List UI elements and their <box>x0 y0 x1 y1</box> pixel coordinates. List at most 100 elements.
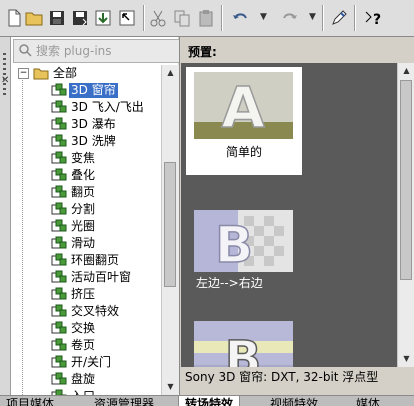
tree-item-label: 交换 <box>71 321 96 335</box>
tree-item-label: 分割 <box>71 202 96 216</box>
save-as-icon[interactable] <box>70 8 90 28</box>
save-icon[interactable] <box>47 8 67 28</box>
transition-icon <box>51 321 67 334</box>
transition-icon <box>51 236 67 249</box>
preset-title: 预置: <box>188 45 217 59</box>
tree-item-label: 交叉特效 <box>71 304 120 318</box>
folder-icon <box>33 68 49 80</box>
tree-item-label: 叠化 <box>71 168 96 182</box>
preset-thumbnail-letter: A <box>221 76 265 139</box>
grip-dot <box>3 73 6 75</box>
open-folder-icon[interactable] <box>24 8 44 28</box>
toolbar-separator <box>354 5 356 31</box>
grip-dot <box>3 93 6 95</box>
tree-item-label: 活动百叶窗 <box>71 270 132 284</box>
transition-icon <box>51 338 67 351</box>
grip-dot <box>3 63 6 65</box>
tab-media[interactable]: 媒体 <box>350 396 386 406</box>
tree-item-label: 卷页 <box>71 338 96 352</box>
plugin-status-text: Sony 3D 窗帘: DXT, 32-bit 浮点型 <box>185 370 379 384</box>
tab-transitions[interactable]: 转场特效 <box>178 396 241 406</box>
transition-icon <box>51 100 67 113</box>
tree-item-label: 盘旋 <box>71 372 96 386</box>
chevron-down-icon[interactable]: ▼ <box>309 10 317 24</box>
transition-icon <box>51 219 67 232</box>
search-box[interactable] <box>13 39 181 63</box>
plugin-tree-panel: − 全部 3D 窗帘 3D 飞入/飞出 3D 瀑布 3D 洗牌 变焦 叠化 <box>11 37 181 395</box>
tab-video-fx[interactable]: 视频特效 <box>264 396 324 406</box>
tree-item-label: 3D 瀑布 <box>71 117 116 131</box>
dock-grip[interactable]: ✕ <box>0 37 11 395</box>
preset-list: A 简单的 B 左边-->右边 B <box>181 63 397 367</box>
grip-dot <box>3 53 6 55</box>
scroll-down-icon[interactable]: ▼ <box>398 351 414 367</box>
tree-item-label: 环圈翻页 <box>71 253 120 267</box>
preset-thumbnail: B <box>194 321 293 367</box>
tree-item-label: 变焦 <box>71 151 96 165</box>
tree-item-label: 光圈 <box>71 219 96 233</box>
tree-item-label: 3D 洗牌 <box>71 134 116 148</box>
preset-thumbnail: A <box>194 72 293 142</box>
transition-icon <box>51 83 67 96</box>
chevron-down-icon[interactable]: ▼ <box>260 10 268 24</box>
transition-icon <box>51 372 67 385</box>
preset-item[interactable]: A 简单的 <box>186 67 302 175</box>
preset-thumbnail-letter: B <box>225 331 262 367</box>
preset-scrollbar[interactable]: ▲ ▼ <box>397 63 414 367</box>
tree-item-label: 挤压 <box>71 287 96 301</box>
transition-icon <box>51 202 67 215</box>
tree-root-label: 全部 <box>53 66 78 80</box>
transition-icon <box>51 134 67 147</box>
tree-item-label: 翻页 <box>71 185 96 199</box>
redo-icon[interactable] <box>280 8 300 28</box>
toolbar-separator <box>143 5 145 31</box>
preset-thumbnail: B <box>194 210 293 275</box>
properties-icon[interactable] <box>117 8 137 28</box>
tree-scrollbar[interactable]: ▲ ▼ <box>161 65 179 395</box>
tree-item-label: 3D 窗帘 <box>69 83 118 98</box>
scroll-up-icon[interactable]: ▲ <box>162 65 179 81</box>
grip-dot <box>3 88 6 90</box>
undo-icon[interactable] <box>230 8 250 28</box>
cut-icon[interactable] <box>148 8 168 28</box>
plugin-tree: − 全部 3D 窗帘 3D 飞入/飞出 3D 瀑布 3D 洗牌 变焦 叠化 翻页… <box>11 65 161 395</box>
toolbar-separator <box>221 5 223 31</box>
transition-icon <box>51 117 67 130</box>
grip-dot <box>3 68 6 70</box>
help-icon[interactable]: ? <box>363 8 383 28</box>
transition-icon <box>51 270 67 283</box>
tree-item-label: 开/关门 <box>71 355 112 369</box>
transition-icon <box>51 168 67 181</box>
preset-label: 左边-->右边 <box>196 276 263 290</box>
search-input[interactable] <box>36 42 174 59</box>
transition-icon <box>51 151 67 164</box>
tab-project-media[interactable]: 项目媒体 <box>0 396 60 406</box>
tree-guide-line <box>22 75 23 395</box>
copy-icon[interactable] <box>172 8 192 28</box>
transition-icon <box>51 287 67 300</box>
scroll-up-icon[interactable]: ▲ <box>398 63 414 79</box>
tree-item-label: 滑动 <box>71 236 96 250</box>
transition-icon <box>51 304 67 317</box>
transition-icon <box>51 355 67 368</box>
preset-panel: 预置: A 简单的 B 左边-->右边 B ▲ ▼ Sony 3D 窗帘: DX… <box>179 37 414 395</box>
paste-icon[interactable] <box>196 8 216 28</box>
render-icon[interactable] <box>93 8 113 28</box>
new-file-icon[interactable] <box>4 8 24 28</box>
transition-icon <box>51 185 67 198</box>
window-tab-bar: 项目媒体 资源管理器 转场特效 视频特效 媒体 <box>0 395 414 406</box>
scroll-thumb[interactable] <box>164 162 176 287</box>
toolbar: ▼ ▼ ? <box>0 0 414 37</box>
scroll-thumb[interactable] <box>400 80 412 280</box>
preset-thumbnail-letter: B <box>215 216 253 272</box>
grip-dot <box>3 58 6 60</box>
collapse-toggle-icon[interactable]: − <box>18 68 29 79</box>
edit-tool-icon[interactable] <box>329 8 349 28</box>
scroll-down-icon[interactable]: ▼ <box>162 379 179 395</box>
tab-explorer[interactable]: 资源管理器 <box>88 396 160 406</box>
tree-item-label: 3D 飞入/飞出 <box>71 100 144 114</box>
preset-label: 简单的 <box>225 145 262 159</box>
grip-dot <box>3 83 6 85</box>
grip-dot <box>3 78 6 80</box>
search-icon <box>19 44 32 57</box>
